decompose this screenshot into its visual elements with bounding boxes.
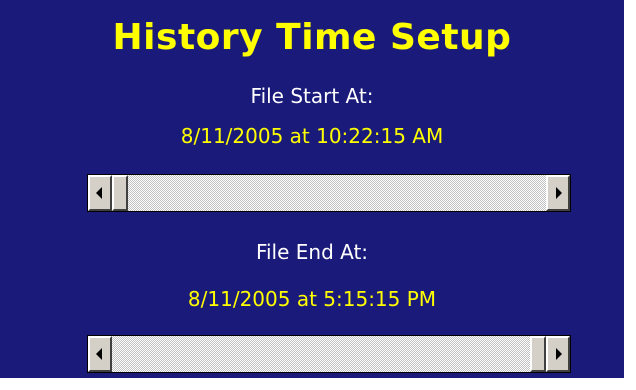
file-end-scroll-right-button[interactable] [546,336,570,372]
file-end-scroll-left-button[interactable] [88,336,112,372]
left-arrow-icon [96,348,102,360]
file-start-scroll-left-button[interactable] [88,175,112,211]
file-end-value: 8/11/2005 at 5:15:15 PM [187,287,437,311]
file-start-scrollbar[interactable] [87,174,571,212]
file-start-label: File Start At: [250,84,374,108]
left-arrow-icon [96,187,102,199]
file-end-scrollbar[interactable] [87,335,571,373]
file-start-scroll-right-button[interactable] [546,175,570,211]
panel-title: History Time Setup [112,17,512,58]
file-start-scroll-thumb[interactable] [112,175,128,211]
file-end-scroll-thumb[interactable] [530,336,546,372]
file-start-value: 8/11/2005 at 10:22:15 AM [180,124,444,148]
file-end-label: File End At: [255,240,369,264]
right-arrow-icon [556,348,562,360]
right-arrow-icon [556,187,562,199]
history-time-setup-panel: History Time Setup File Start At: 8/11/2… [0,0,624,378]
